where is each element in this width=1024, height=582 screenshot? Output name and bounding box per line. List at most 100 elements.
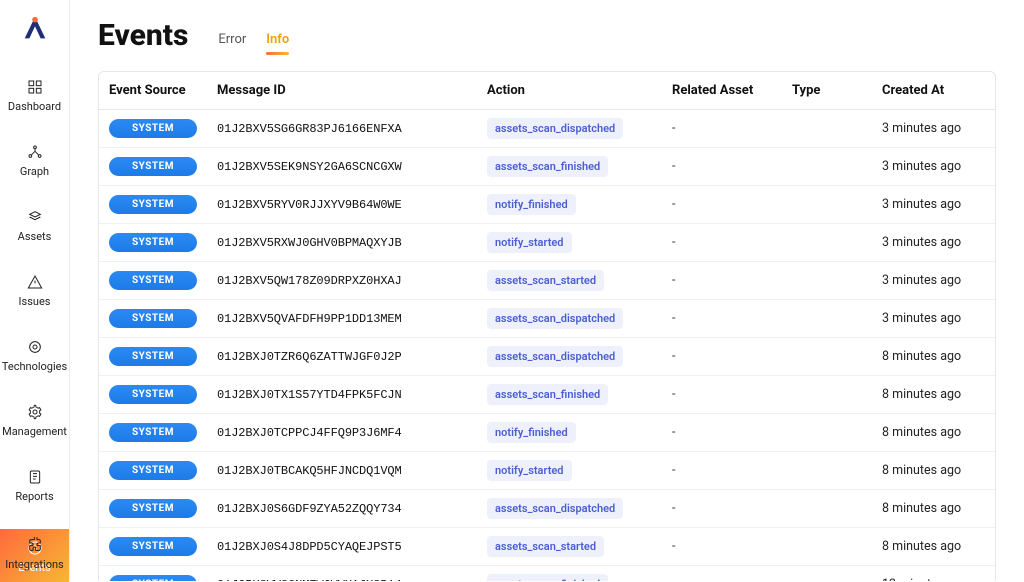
source-badge: SYSTEM: [109, 233, 197, 252]
cell-type: [782, 414, 872, 452]
cell-action: assets_scan_dispatched: [477, 300, 662, 338]
action-chip: notify_started: [487, 460, 572, 481]
nav-item-reports[interactable]: Reports: [0, 464, 69, 507]
cell-action: assets_scan_started: [477, 262, 662, 300]
cell-action: assets_scan_finished: [477, 376, 662, 414]
table-row[interactable]: SYSTEM01J2BXJ0TBCAKQ5HFJNCDQ1VQMnotify_s…: [99, 452, 995, 490]
source-badge: SYSTEM: [109, 461, 197, 480]
cell-related-asset: -: [662, 566, 782, 582]
table-row[interactable]: SYSTEM01J2BXV5QW178Z09DRPXZ0HXAJassets_s…: [99, 262, 995, 300]
cell-type: [782, 148, 872, 186]
table-row[interactable]: SYSTEM01J2BXJ0S6GDF9ZYA52ZQQY734assets_s…: [99, 490, 995, 528]
cell-message-id: 01J2BXJ0S4J8DPD5CYAQEJPST5: [207, 528, 477, 566]
cell-source: SYSTEM: [99, 110, 207, 148]
action-chip: notify_started: [487, 232, 572, 253]
cell-source: SYSTEM: [99, 528, 207, 566]
cell-type: [782, 490, 872, 528]
action-chip: assets_scan_dispatched: [487, 118, 623, 139]
management-icon: [26, 403, 44, 421]
nav-label: Reports: [15, 490, 53, 503]
cell-source: SYSTEM: [99, 186, 207, 224]
table-row[interactable]: SYSTEM01J2BXV5QVAFDFH9PP1DD13MEMassets_s…: [99, 300, 995, 338]
nav-item-assets[interactable]: Assets: [0, 204, 69, 247]
cell-source: SYSTEM: [99, 300, 207, 338]
reports-icon: [26, 468, 44, 486]
table-row[interactable]: SYSTEM01J2BXJ0S4J8DPD5CYAQEJPST5 assets_s…: [99, 528, 995, 566]
table-row[interactable]: SYSTEM01J2BXV5RYV0RJJXYV9B64W0WE notify_f…: [99, 186, 995, 224]
cell-action: assets_scan_finished: [477, 148, 662, 186]
source-badge: SYSTEM: [109, 575, 197, 581]
table-head: Event Source Message ID Action Related A…: [99, 72, 995, 110]
main-content: Events Error Info Event Source Message I…: [70, 0, 1024, 581]
nav-item-dashboard[interactable]: Dashboard: [0, 74, 69, 117]
table-row[interactable]: SYSTEM01J2BXJ0TCPPCJ4FFQ9P3J6MF4notify_f…: [99, 414, 995, 452]
source-badge: SYSTEM: [109, 157, 197, 176]
cell-action: notify_finished: [477, 414, 662, 452]
action-chip: assets_scan_started: [487, 536, 604, 557]
source-badge: SYSTEM: [109, 309, 197, 328]
nav-label: Assets: [18, 230, 52, 243]
assets-icon: [26, 208, 44, 226]
source-badge: SYSTEM: [109, 347, 197, 366]
cell-type: [782, 262, 872, 300]
cell-type: [782, 376, 872, 414]
table-row[interactable]: SYSTEM01J2BXV5SG6GR83PJ6166ENFXAassets_s…: [99, 110, 995, 148]
nav-item-graph[interactable]: Graph: [0, 139, 69, 182]
graph-icon: [26, 143, 44, 161]
nav-item-technologies[interactable]: Technologies: [0, 334, 69, 377]
table-row[interactable]: SYSTEM01J2BXJ0TX1S57YTD4FPK5FCJNassets_s…: [99, 376, 995, 414]
action-chip: assets_scan_dispatched: [487, 308, 623, 329]
cell-created-at: 8 minutes ago: [872, 490, 995, 528]
cell-created-at: 3 minutes ago: [872, 300, 995, 338]
col-header-action[interactable]: Action: [477, 72, 662, 110]
cell-type: [782, 452, 872, 490]
table-body: SYSTEM01J2BXV5SG6GR83PJ6166ENFXAassets_s…: [99, 110, 995, 582]
cell-type: [782, 566, 872, 582]
col-header-type[interactable]: Type: [782, 72, 872, 110]
table-row[interactable]: SYSTEM01J2BXV5SEK9NSY2GA6SCNCGXWassets_s…: [99, 148, 995, 186]
nav-item-issues[interactable]: Issues: [0, 269, 69, 312]
cell-created-at: 8 minutes ago: [872, 528, 995, 566]
nav-label: Integrations: [5, 558, 63, 571]
table-row[interactable]: SYSTEM01J2BXJ0TZR6Q6ZATTWJGF0J2Passets_s…: [99, 338, 995, 376]
nav-item-management[interactable]: Management: [0, 399, 69, 442]
cell-source: SYSTEM: [99, 566, 207, 582]
cell-source: SYSTEM: [99, 338, 207, 376]
cell-type: [782, 110, 872, 148]
cell-related-asset: -: [662, 186, 782, 224]
table-row[interactable]: SYSTEM01J2BX8VV8CNM7W6VVXAJX8P14assets_s…: [99, 566, 995, 582]
tab-error[interactable]: Error: [218, 32, 246, 51]
cell-message-id: 01J2BXV5RXWJ0GHV0BPMAQXYJB: [207, 224, 477, 262]
cell-action: notify_started: [477, 224, 662, 262]
tab-info[interactable]: Info: [266, 32, 289, 51]
col-header-asset[interactable]: Related Asset: [662, 72, 782, 110]
cell-type: [782, 186, 872, 224]
cell-message-id: 01J2BXV5QW178Z09DRPXZ0HXAJ: [207, 262, 477, 300]
table-row[interactable]: SYSTEM 01J2BXV5RXWJ0GHV0BPMAQXYJB notify_s…: [99, 224, 995, 262]
nav-label: Management: [2, 425, 67, 438]
sidebar: Dashboard Graph Assets Issues Technologi…: [0, 0, 70, 581]
cell-related-asset: -: [662, 376, 782, 414]
cell-action: assets_scan_dispatched: [477, 338, 662, 376]
nav-label: Dashboard: [8, 100, 61, 113]
action-chip: assets_scan_started: [487, 270, 604, 291]
cell-source: SYSTEM: [99, 376, 207, 414]
cell-created-at: 3 minutes ago: [872, 110, 995, 148]
cell-message-id: 01J2BXV5RYV0RJJXYV9B64W0WE: [207, 186, 477, 224]
cell-message-id: 01J2BXJ0S6GDF9ZYA52ZQQY734: [207, 490, 477, 528]
nav-label: Technologies: [2, 360, 67, 373]
cell-action: assets_scan_finished: [477, 566, 662, 582]
cell-source: SYSTEM: [99, 414, 207, 452]
col-header-message[interactable]: Message ID: [207, 72, 477, 110]
col-header-source[interactable]: Event Source: [99, 72, 207, 110]
cell-created-at: 8 minutes ago: [872, 338, 995, 376]
cell-related-asset: -: [662, 414, 782, 452]
cell-related-asset: -: [662, 300, 782, 338]
col-header-created[interactable]: Created At: [872, 72, 995, 110]
nav-bottom: Integrations: [0, 532, 69, 581]
cell-created-at: 3 minutes ago: [872, 224, 995, 262]
nav-item-integrations[interactable]: Integrations: [0, 532, 69, 575]
cell-source: SYSTEM: [99, 224, 207, 262]
cell-related-asset: -: [662, 490, 782, 528]
action-chip: notify_finished: [487, 194, 576, 215]
